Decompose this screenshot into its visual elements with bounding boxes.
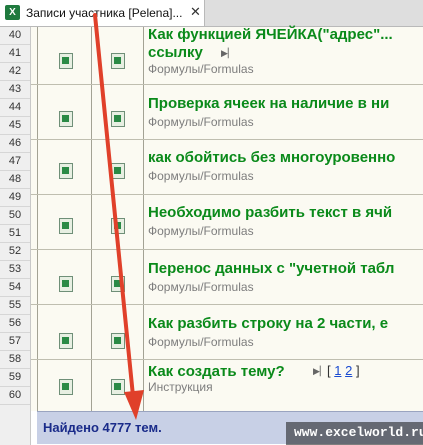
close-icon[interactable]: ✕ (190, 4, 201, 20)
excel-file-icon (59, 163, 73, 179)
row-number[interactable]: 56 (0, 315, 30, 333)
post-category[interactable]: Формулы/Formulas (148, 169, 254, 183)
row-number[interactable]: 41 (0, 45, 30, 63)
row-number[interactable]: 49 (0, 189, 30, 207)
site-watermark: www.excelworld.ru (286, 422, 423, 445)
row-number[interactable]: 51 (0, 225, 30, 243)
row-number[interactable]: 48 (0, 171, 30, 189)
excel-file-icon (59, 53, 73, 69)
table-row: Как создать тему? ▶▏ [ 1 2 ] Инструкция (31, 360, 423, 414)
post-title[interactable]: как обойтись без многоуровенно (148, 149, 395, 166)
excel-file-icon (59, 276, 73, 292)
excel-file-icon (59, 379, 73, 395)
excel-file-icon (111, 333, 125, 349)
pages-bracket-close: ] (355, 363, 360, 378)
excel-file-icon (111, 53, 125, 69)
excel-file-icon (111, 218, 125, 234)
post-category[interactable]: Формулы/Formulas (148, 335, 254, 349)
excel-file-icon (59, 333, 73, 349)
excel-icon: X (5, 5, 20, 20)
row-number[interactable]: 46 (0, 135, 30, 153)
row-number[interactable]: 50 (0, 207, 30, 225)
row-number[interactable]: 57 (0, 333, 30, 351)
excel-file-icon (59, 111, 73, 127)
post-category[interactable]: Формулы/Formulas (148, 224, 254, 238)
post-category[interactable]: Инструкция (148, 380, 213, 394)
results-count: Найдено 4777 тем. (43, 420, 162, 435)
table-row: как обойтись без многоуровенно Формулы/F… (31, 140, 423, 194)
posts-table: Как функцией ЯЧЕЙКА("адрес"... ссылку ▶▏… (31, 26, 423, 414)
watermark-text: www.excelworld.ru (294, 425, 423, 440)
row-number[interactable]: 40 (0, 27, 30, 45)
row-number[interactable]: 42 (0, 63, 30, 81)
post-title[interactable]: Перенос данных с "учетной табл (148, 260, 394, 277)
row-number[interactable]: 45 (0, 117, 30, 135)
post-title-continued[interactable]: ссылку (148, 44, 203, 61)
row-number[interactable]: 43 (0, 81, 30, 99)
row-number[interactable]: 59 (0, 369, 30, 387)
excel-file-icon (111, 111, 125, 127)
row-number[interactable]: 53 (0, 261, 30, 279)
row-number[interactable]: 58 (0, 351, 30, 369)
excel-file-icon (59, 218, 73, 234)
post-title[interactable]: Как создать тему? (148, 363, 285, 380)
table-row: Проверка ячеек на наличие в ни Формулы/F… (31, 85, 423, 139)
excel-file-icon (111, 379, 125, 395)
row-number[interactable]: 54 (0, 279, 30, 297)
excel-file-icon (111, 163, 125, 179)
post-title[interactable]: Необходимо разбить текст в ячй (148, 204, 392, 221)
post-category[interactable]: Формулы/Formulas (148, 280, 254, 294)
page-links: [ 1 2 ] (327, 363, 360, 378)
tab-member-posts[interactable]: X Записи участника [Pelena]... ✕ (0, 0, 205, 26)
row-number[interactable]: 52 (0, 243, 30, 261)
last-post-arrow-icon[interactable]: ▶▏ (313, 366, 327, 377)
post-title[interactable]: Проверка ячеек на наличие в ни (148, 95, 389, 112)
tab-title: Записи участника [Pelena]... (26, 6, 183, 20)
page-link-2[interactable]: 2 (345, 363, 352, 378)
row-number[interactable]: 60 (0, 387, 30, 405)
post-category[interactable]: Формулы/Formulas (148, 62, 254, 76)
row-number[interactable]: 44 (0, 99, 30, 117)
post-category[interactable]: Формулы/Formulas (148, 115, 254, 129)
row-number[interactable]: 47 (0, 153, 30, 171)
row-headers: 40 41 42 43 44 45 46 47 48 49 50 51 52 5… (0, 27, 31, 445)
page-link-1[interactable]: 1 (334, 363, 341, 378)
table-row: Необходимо разбить текст в ячй Формулы/F… (31, 195, 423, 249)
table-row: Как функцией ЯЧЕЙКА("адрес"... ссылку ▶▏… (31, 26, 423, 81)
post-title[interactable]: Как разбить строку на 2 части, е (148, 315, 388, 332)
table-row: Перенос данных с "учетной табл Формулы/F… (31, 250, 423, 304)
tab-bar: X Записи участника [Pelena]... ✕ (0, 0, 423, 27)
last-post-arrow-icon[interactable]: ▶▏ (221, 48, 235, 59)
excel-file-icon (111, 276, 125, 292)
pages-bracket-open: [ (327, 363, 331, 378)
post-title[interactable]: Как функцией ЯЧЕЙКА("адрес"... (148, 26, 393, 43)
table-row: Как разбить строку на 2 части, е Формулы… (31, 305, 423, 359)
row-number[interactable]: 55 (0, 297, 30, 315)
